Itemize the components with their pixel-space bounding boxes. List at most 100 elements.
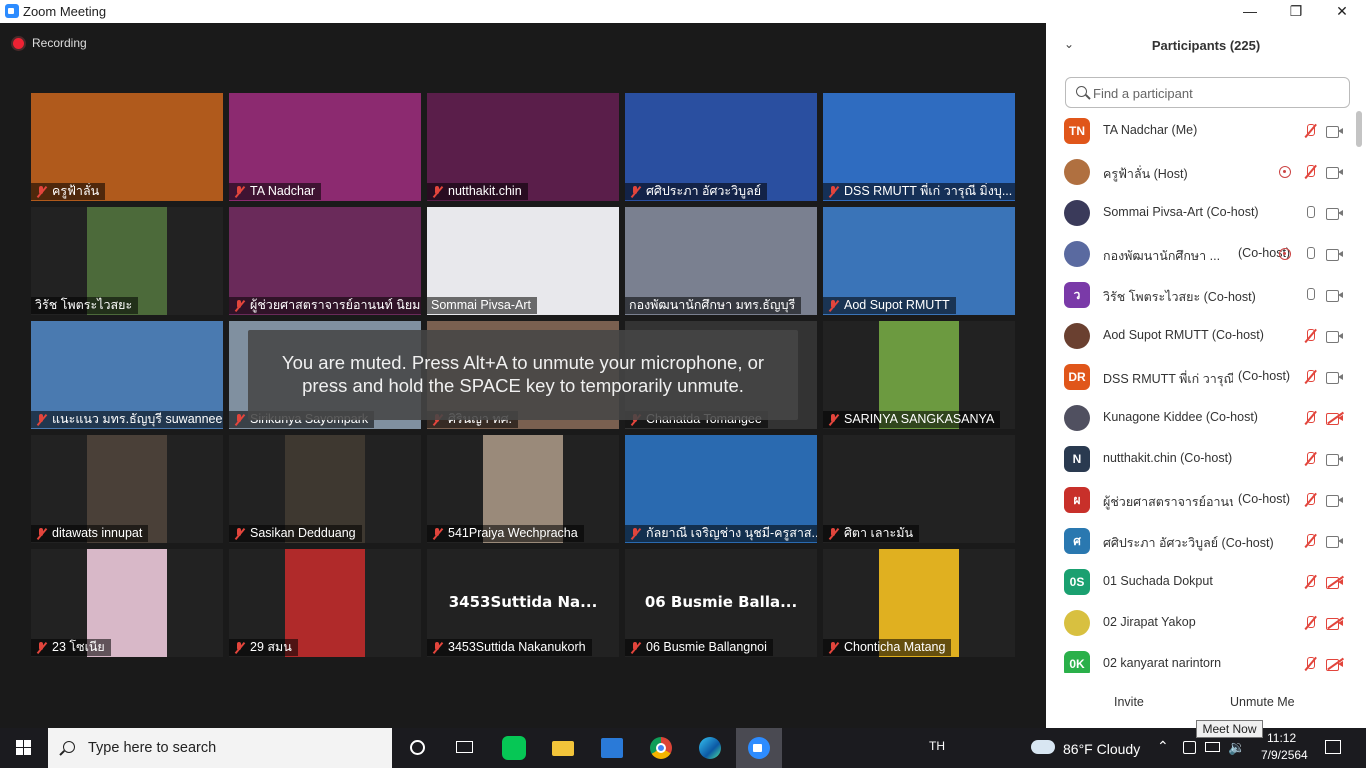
video-camera-icon[interactable] — [1326, 248, 1344, 261]
restore-button[interactable]: ❐ — [1273, 0, 1319, 23]
zoom-taskbar-icon[interactable] — [736, 728, 782, 768]
microphone-icon[interactable] — [1303, 288, 1317, 302]
tray-chevron-up-icon[interactable]: ⌃ — [1157, 738, 1169, 755]
close-button[interactable]: ✕ — [1319, 0, 1365, 23]
participant-row[interactable]: 02 Jirapat Yakop — [1046, 603, 1356, 644]
video-tile[interactable]: Chonticha Matang — [823, 549, 1015, 657]
meet-now-icon[interactable] — [1183, 741, 1196, 754]
unmute-me-button[interactable]: Unmute Me — [1224, 694, 1301, 710]
video-tile[interactable]: Sommai Pivsa-Art — [427, 207, 619, 315]
microphone-muted-icon[interactable] — [1303, 575, 1317, 589]
microphone-muted-icon[interactable] — [1303, 165, 1317, 179]
microphone-muted-icon[interactable] — [1303, 124, 1317, 138]
video-off-icon[interactable] — [1326, 412, 1344, 425]
video-camera-icon[interactable] — [1326, 330, 1344, 343]
video-tile[interactable]: วิรัช โพตระไวสยะ — [31, 207, 223, 315]
participant-row[interactable]: Nnutthakit.chin (Co-host) — [1046, 439, 1356, 480]
tile-name-label: ครูฟ้าลั่น — [31, 183, 106, 200]
network-icon[interactable] — [1205, 742, 1220, 752]
video-tile[interactable]: ศศิประภา อัศวะวิบูลย์ — [625, 93, 817, 201]
avatar — [1064, 200, 1090, 226]
participant-row[interactable]: ผ ผู้ช่วยศาสตราจารย์อานน... (Co-host) — [1046, 480, 1356, 521]
video-tile[interactable]: TA Nadchar — [229, 93, 421, 201]
participant-row[interactable]: Sommai Pivsa-Art (Co-host) — [1046, 193, 1356, 234]
recording-status-icon — [1279, 166, 1291, 178]
participant-row[interactable]: กองพัฒนานักศึกษา ... (Co-host) — [1046, 234, 1356, 275]
input-language[interactable]: TH — [929, 739, 945, 753]
clock-time[interactable]: 11:12 — [1267, 731, 1296, 745]
microphone-muted-icon[interactable] — [1303, 616, 1317, 630]
weather-text[interactable]: 86°F Cloudy — [1063, 741, 1140, 757]
video-tile[interactable]: ศิตา เลาะมัน — [823, 435, 1015, 543]
minimize-button[interactable]: — — [1227, 0, 1273, 23]
task-view-icon[interactable] — [450, 733, 480, 763]
video-tile[interactable]: 541Praiya Wechpracha — [427, 435, 619, 543]
file-explorer-icon[interactable] — [548, 733, 578, 763]
clock-date[interactable]: 7/9/2564 — [1261, 748, 1308, 762]
photos-app-icon[interactable] — [597, 733, 627, 763]
video-tile[interactable]: ครูฟ้าลั่น — [31, 93, 223, 201]
volume-icon[interactable]: 🔉 — [1228, 739, 1245, 756]
microphone-icon[interactable] — [1303, 247, 1317, 261]
microphone-muted-icon[interactable] — [1303, 329, 1317, 343]
video-tile[interactable]: แนะแนว มทร.ธัญบุรี suwannee — [31, 321, 223, 429]
invite-button[interactable]: Invite — [1108, 694, 1150, 710]
video-camera-icon[interactable] — [1326, 289, 1344, 302]
taskbar-search[interactable]: Type here to search — [48, 728, 392, 768]
tile-name-label: TA Nadchar — [229, 183, 322, 200]
participant-row[interactable]: ศ ศศิประภา อัศวะวิบูลย์ (Co-host) — [1046, 521, 1356, 562]
video-tile[interactable]: 29 สมน — [229, 549, 421, 657]
edge-icon[interactable] — [695, 733, 725, 763]
chrome-icon[interactable] — [646, 733, 676, 763]
video-tile[interactable]: nutthakit.chin — [427, 93, 619, 201]
participant-row[interactable]: DR DSS RMUTT พี่เก่ วารุณี... (Co-host) — [1046, 357, 1356, 398]
video-tile[interactable]: กัลยาณี เจริญช่าง นุชมี-ครูสาส... — [625, 435, 817, 543]
video-camera-icon[interactable] — [1326, 371, 1344, 384]
participant-row[interactable]: 0K 02 kanyarat narintorn — [1046, 644, 1356, 673]
notifications-icon[interactable] — [1325, 740, 1341, 754]
video-off-icon[interactable] — [1326, 576, 1344, 589]
microphone-muted-icon[interactable] — [1303, 657, 1317, 671]
line-app-icon[interactable] — [499, 733, 529, 763]
video-tile[interactable]: SARINYA SANGKASANYA — [823, 321, 1015, 429]
video-camera-icon[interactable] — [1326, 207, 1344, 220]
video-camera-icon[interactable] — [1326, 535, 1344, 548]
video-tile[interactable]: 23 โซเนีย — [31, 549, 223, 657]
participant-row[interactable]: ว วิรัช โพตระไวสยะ (Co-host) — [1046, 275, 1356, 316]
participant-row[interactable]: ครูฟ้าลั่น (Host) — [1046, 152, 1356, 193]
microphone-muted-icon — [35, 527, 47, 540]
video-tile[interactable]: DSS RMUTT พี่เก่ วารุณี มิ่งบุ... — [823, 93, 1015, 201]
microphone-muted-icon[interactable] — [1303, 493, 1317, 507]
video-off-icon[interactable] — [1326, 617, 1344, 630]
video-tile[interactable]: Aod Supot RMUTT — [823, 207, 1015, 315]
video-tile[interactable]: 06 Busmie Balla... 06 Busmie Ballangnoi — [625, 549, 817, 657]
microphone-icon[interactable] — [1303, 206, 1317, 220]
microphone-muted-icon[interactable] — [1303, 534, 1317, 548]
participant-search[interactable] — [1065, 77, 1350, 108]
video-camera-icon[interactable] — [1326, 453, 1344, 466]
participant-row[interactable]: Aod Supot RMUTT (Co-host) — [1046, 316, 1356, 357]
video-tile[interactable]: ditawats innupat — [31, 435, 223, 543]
microphone-muted-icon[interactable] — [1303, 411, 1317, 425]
video-camera-icon[interactable] — [1326, 494, 1344, 507]
video-camera-icon[interactable] — [1326, 166, 1344, 179]
participant-row[interactable]: Kunagone Kiddee (Co-host) — [1046, 398, 1356, 439]
video-tile[interactable]: Sasikan Dedduang — [229, 435, 421, 543]
microphone-muted-icon — [629, 527, 641, 540]
video-camera-icon[interactable] — [1326, 125, 1344, 138]
microphone-muted-icon[interactable] — [1303, 370, 1317, 384]
muted-message-line1: You are muted. Press Alt+A to unmute you… — [281, 352, 765, 373]
video-tile[interactable]: 3453Suttida Na... 3453Suttida Nakanukorh — [427, 549, 619, 657]
cloud-weather-icon[interactable] — [1031, 740, 1055, 754]
video-tile[interactable]: ผู้ช่วยศาสตราจารย์อานนท์ นิยม... — [229, 207, 421, 315]
participant-row[interactable]: TN TA Nadchar (Me) — [1046, 111, 1356, 152]
microphone-muted-icon[interactable] — [1303, 452, 1317, 466]
video-tile[interactable]: กองพัฒนานักศึกษา มทร.ธัญบุรี — [625, 207, 817, 315]
participant-list-scrollbar[interactable] — [1356, 111, 1362, 147]
participant-row[interactable]: 0S 01 Suchada Dokput — [1046, 562, 1356, 603]
participant-search-input[interactable] — [1093, 83, 1343, 103]
windows-start-icon[interactable] — [16, 740, 32, 756]
video-off-icon[interactable] — [1326, 658, 1344, 671]
recording-indicator[interactable]: Recording — [13, 36, 87, 50]
cortana-icon[interactable] — [403, 733, 433, 763]
